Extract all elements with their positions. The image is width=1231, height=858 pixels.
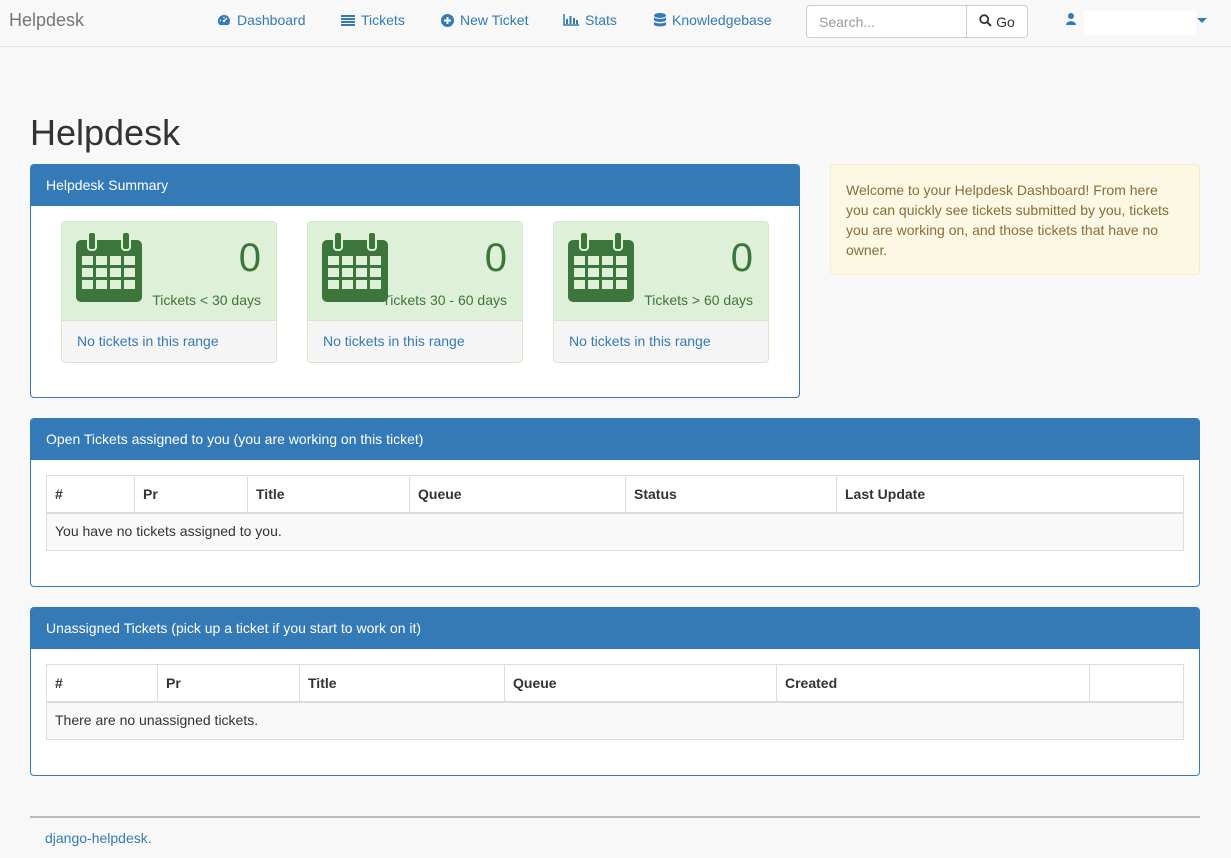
go-button-label: Go [996, 13, 1015, 30]
stat-card-link[interactable]: No tickets in this range [554, 321, 768, 362]
column-header[interactable]: Last Update [837, 476, 1183, 512]
nav-dashboard[interactable]: Dashboard [217, 12, 306, 28]
nav-stats-label: Stats [585, 12, 617, 28]
stat-count: 0 [730, 236, 753, 280]
database-icon [654, 13, 666, 27]
table-header-row: # Pr Title Queue Created [47, 665, 1183, 703]
nav-dashboard-label: Dashboard [237, 12, 306, 28]
stat-count: 0 [484, 236, 507, 280]
unassigned-tickets-panel: Unassigned Tickets (pick up a ticket if … [30, 607, 1200, 776]
stat-card-under-30: 0 Tickets < 30 days No tickets in this r… [61, 221, 277, 363]
column-header[interactable]: Title [300, 665, 505, 701]
calendar-icon [322, 231, 388, 305]
nav-knowledgebase[interactable]: Knowledgebase [654, 12, 772, 28]
brand-link[interactable]: Helpdesk [9, 10, 84, 31]
stat-card-top: 0 Tickets < 30 days [62, 222, 276, 321]
chevron-down-icon [1197, 18, 1207, 23]
empty-table-message: There are no unassigned tickets. [47, 703, 1183, 739]
tickets-list-icon [341, 14, 355, 26]
footer-divider [30, 816, 1200, 818]
unassigned-tickets-heading: Unassigned Tickets (pick up a ticket if … [31, 608, 1199, 649]
nav-knowledgebase-label: Knowledgebase [672, 12, 772, 28]
column-header[interactable]: Title [248, 476, 410, 512]
column-header[interactable]: Pr [135, 476, 248, 512]
unassigned-tickets-table: # Pr Title Queue Created There are no un… [46, 664, 1184, 740]
stat-label: Tickets < 30 days [152, 292, 261, 308]
plus-circle-icon [441, 13, 454, 27]
calendar-icon [76, 231, 142, 305]
stat-card-30-60: 0 Tickets 30 - 60 days No tickets in thi… [307, 221, 523, 363]
column-header[interactable]: Status [626, 476, 837, 512]
stat-label: Tickets 30 - 60 days [382, 292, 507, 308]
stat-count: 0 [238, 236, 261, 280]
summary-panel: Helpdesk Summary 0 Tickets < 30 days No … [30, 164, 800, 398]
nav-tickets[interactable]: Tickets [341, 12, 405, 28]
nav-tickets-label: Tickets [361, 12, 405, 28]
table-header-row: # Pr Title Queue Status Last Update [47, 476, 1183, 514]
bar-chart-icon [563, 14, 579, 26]
page-title: Helpdesk [30, 112, 181, 153]
stat-card-over-60: 0 Tickets > 60 days No tickets in this r… [553, 221, 769, 363]
stat-card-link[interactable]: No tickets in this range [62, 321, 276, 362]
empty-table-message: You have no tickets assigned to you. [47, 514, 1183, 550]
column-header-actions [1090, 665, 1183, 701]
stat-card-top: 0 Tickets 30 - 60 days [308, 222, 522, 321]
user-icon [1066, 12, 1076, 28]
go-button[interactable]: Go [967, 5, 1028, 38]
column-header[interactable]: Created [777, 665, 1090, 701]
stat-card-top: 0 Tickets > 60 days [554, 222, 768, 321]
column-header[interactable]: Pr [158, 665, 300, 701]
welcome-alert: Welcome to your Helpdesk Dashboard! From… [830, 164, 1200, 275]
search-input[interactable] [806, 5, 967, 38]
column-header[interactable]: # [47, 476, 135, 512]
column-header[interactable]: Queue [505, 665, 777, 701]
user-name-redacted [1084, 11, 1196, 35]
stat-label: Tickets > 60 days [644, 292, 753, 308]
summary-panel-heading: Helpdesk Summary [31, 165, 799, 206]
search-icon [979, 13, 992, 30]
assigned-tickets-panel: Open Tickets assigned to you (you are wo… [30, 418, 1200, 587]
column-header[interactable]: Queue [410, 476, 626, 512]
nav-new-ticket-label: New Ticket [460, 12, 529, 28]
top-navbar: Helpdesk Dashboard Tickets New Ticket St… [0, 0, 1231, 47]
user-menu[interactable] [1066, 11, 1207, 35]
stat-card-link[interactable]: No tickets in this range [308, 321, 522, 362]
dashboard-icon [217, 14, 231, 26]
footer-link[interactable]: django-helpdesk. [45, 830, 152, 846]
assigned-tickets-table: # Pr Title Queue Status Last Update You … [46, 475, 1184, 551]
nav-stats[interactable]: Stats [563, 12, 617, 28]
calendar-icon [568, 231, 634, 305]
column-header[interactable]: # [47, 665, 158, 701]
search-form: Go [806, 5, 1028, 38]
assigned-tickets-heading: Open Tickets assigned to you (you are wo… [31, 419, 1199, 460]
nav-new-ticket[interactable]: New Ticket [441, 12, 528, 28]
